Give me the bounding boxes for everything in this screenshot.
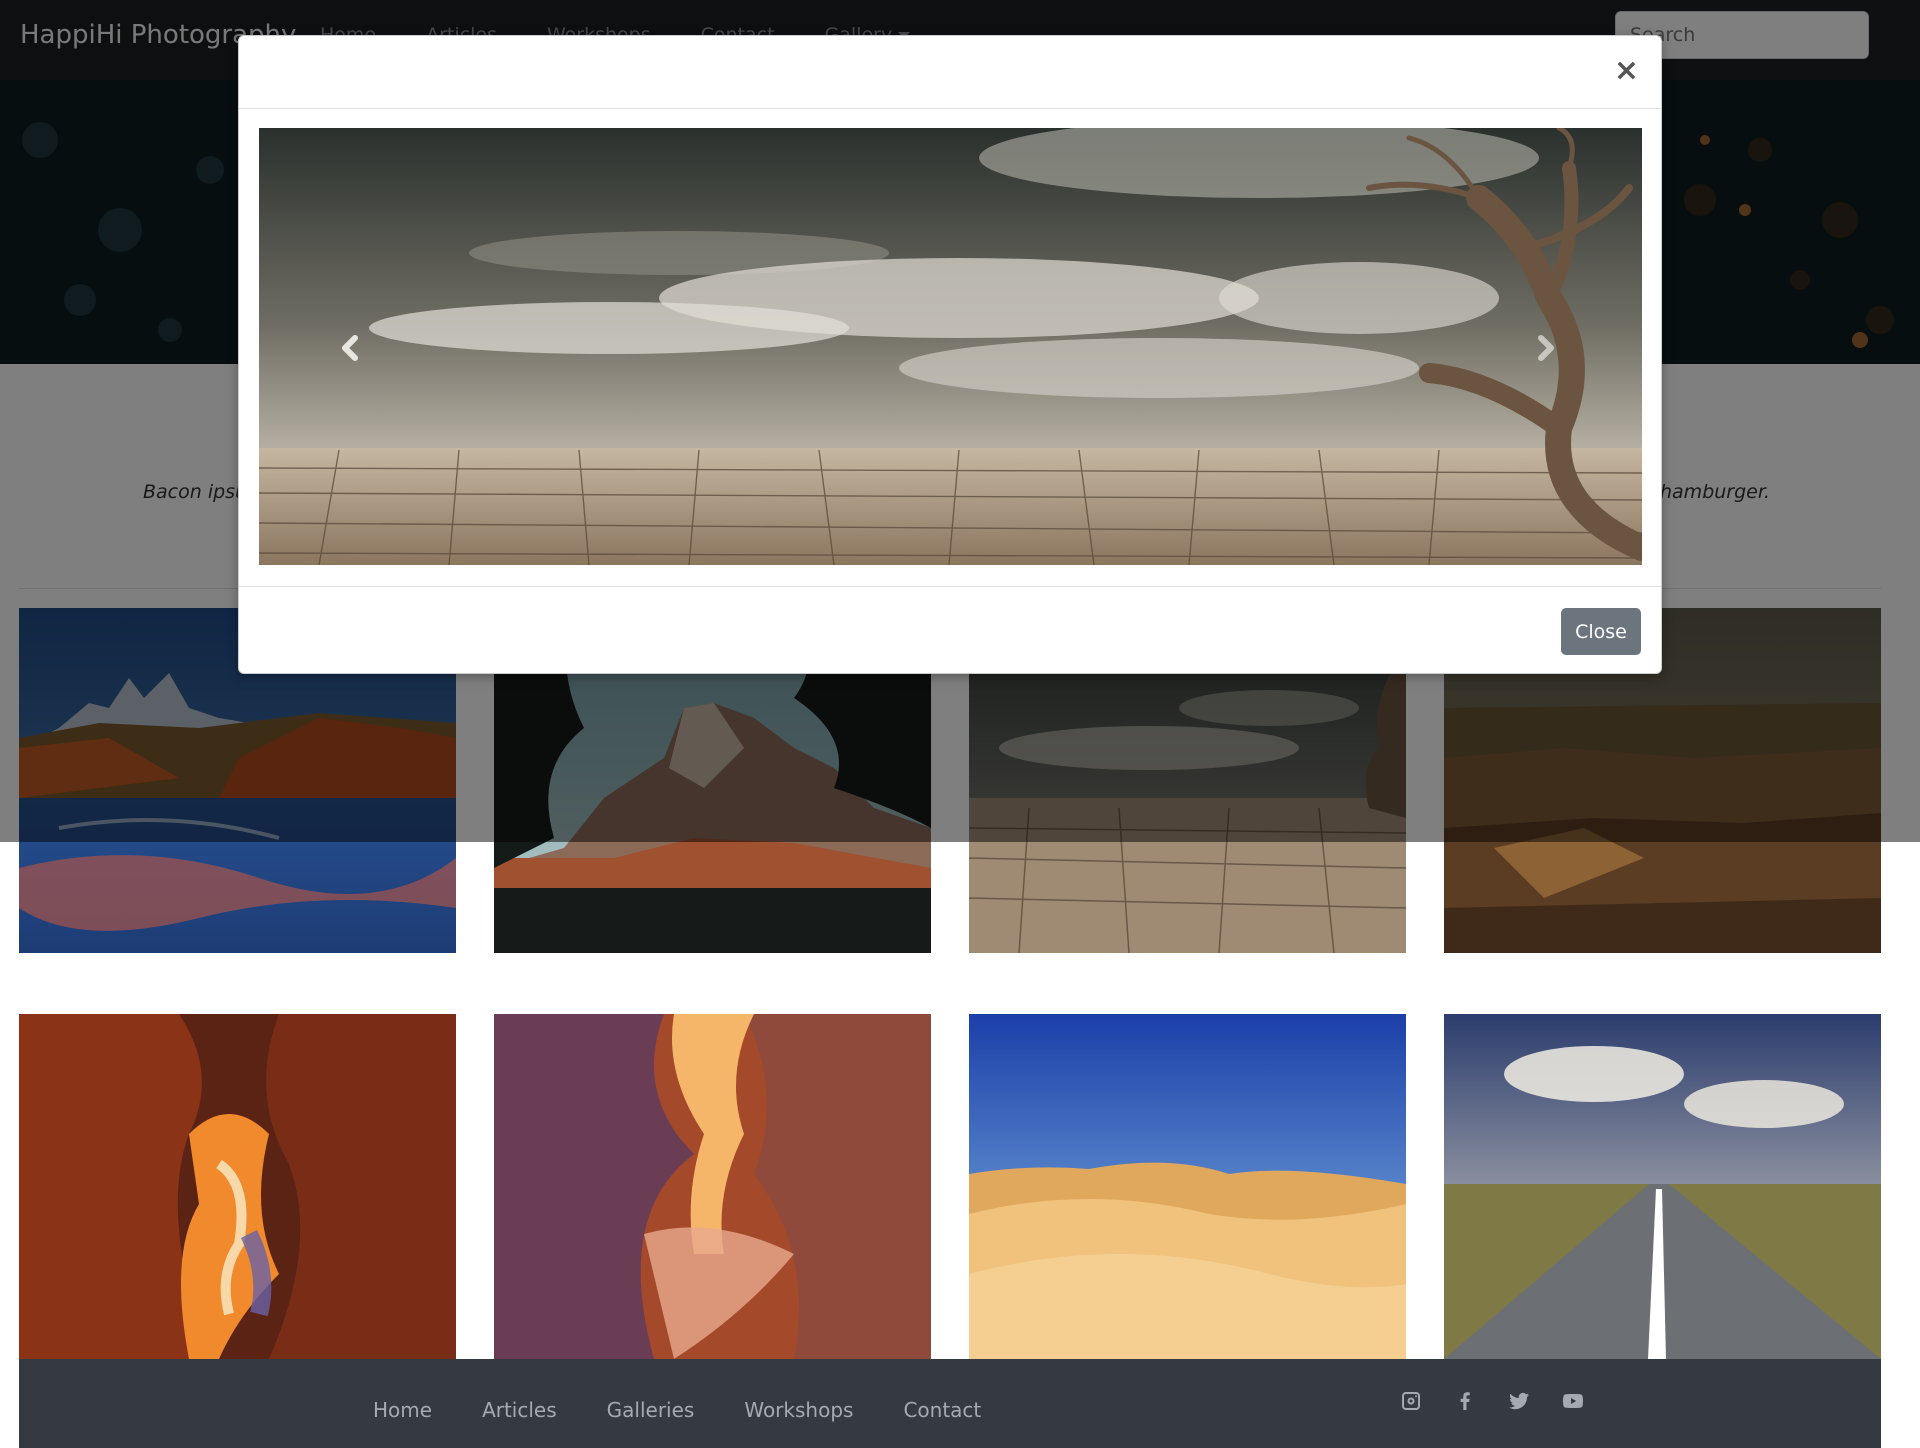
sand-dunes-image	[969, 1014, 1406, 1359]
footer-link-workshops[interactable]: Workshops	[744, 1398, 853, 1422]
gallery-tile-open-road[interactable]	[1444, 1014, 1881, 1359]
gallery-tile-antelope-canyon-2[interactable]	[494, 1014, 931, 1359]
facebook-icon[interactable]	[1453, 1389, 1477, 1413]
footer-link-home[interactable]: Home	[373, 1398, 432, 1422]
modal-footer: Close	[239, 586, 1661, 674]
close-button[interactable]: Close	[1561, 608, 1641, 655]
lightbox-modal: × Close	[238, 35, 1662, 674]
modal-header: ×	[239, 36, 1661, 109]
instagram-icon[interactable]	[1399, 1389, 1423, 1413]
gallery-tile-sand-dunes[interactable]	[969, 1014, 1406, 1359]
open-road-image	[1444, 1014, 1881, 1359]
social-links	[1399, 1389, 1585, 1413]
site-footer: Home Articles Galleries Workshops Contac…	[19, 1359, 1881, 1448]
modal-close-icon[interactable]: ×	[1614, 56, 1639, 86]
carousel-image-desert-tree	[259, 128, 1642, 565]
footer-links: Home Articles Galleries Workshops Contac…	[373, 1398, 981, 1422]
footer-link-galleries[interactable]: Galleries	[607, 1398, 695, 1422]
gallery-tile-antelope-canyon-1[interactable]	[19, 1014, 456, 1359]
twitter-icon[interactable]	[1507, 1389, 1531, 1413]
youtube-icon[interactable]	[1561, 1389, 1585, 1413]
image-carousel	[259, 128, 1642, 565]
antelope-canyon-image-1	[19, 1014, 456, 1359]
footer-link-contact[interactable]: Contact	[903, 1398, 981, 1422]
footer-link-articles[interactable]: Articles	[482, 1398, 557, 1422]
antelope-canyon-image-2	[494, 1014, 931, 1359]
